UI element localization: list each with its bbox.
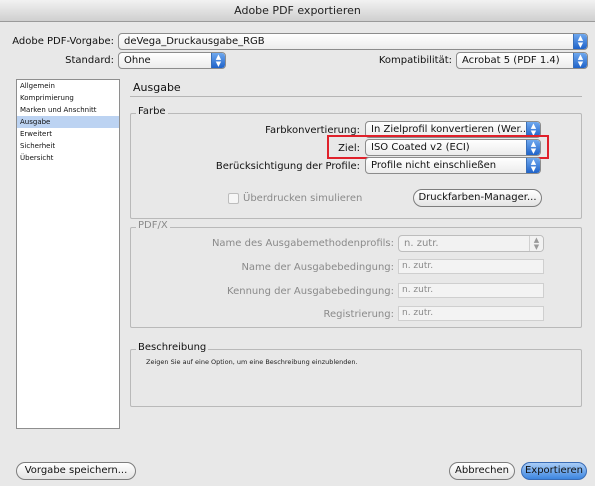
sidebar-item-uebersicht[interactable]: Übersicht <box>17 152 119 164</box>
overprint-checkbox[interactable] <box>228 193 239 204</box>
stepper-icon: ▲ ▼ <box>529 236 543 251</box>
condition-name-field[interactable]: n. zutr. <box>398 259 544 274</box>
sidebar-item-allgemein[interactable]: Allgemein <box>17 80 119 92</box>
panel-divider <box>130 96 582 97</box>
description-legend: Beschreibung <box>136 342 209 353</box>
stepper-icon: ▲ ▼ <box>573 53 587 68</box>
registry-field[interactable]: n. zutr. <box>398 306 544 321</box>
sidebar-item-ausgabe[interactable]: Ausgabe <box>17 116 119 128</box>
output-profile-select[interactable]: n. zutr. ▲ ▼ <box>398 235 544 252</box>
stepper-icon: ▲ ▼ <box>211 53 225 68</box>
condition-id-field[interactable]: n. zutr. <box>398 283 544 298</box>
condition-name-label: Name der Ausgabebedingung: <box>241 262 394 273</box>
output-profile-value: n. zutr. <box>404 238 439 249</box>
description-text: Zeigen Sie auf eine Option, um eine Besc… <box>146 358 358 366</box>
condition-id-label: Kennung der Ausgabebedingung: <box>227 286 394 297</box>
window-title: Adobe PDF exportieren <box>0 0 595 22</box>
output-profile-label: Name des Ausgabemethodenprofils: <box>211 238 394 249</box>
sidebar-item-marken[interactable]: Marken und Anschnitt <box>17 104 119 116</box>
panel-title: Ausgabe <box>133 81 181 94</box>
conversion-value: In Zielprofil konvertieren (Wer... <box>371 124 530 135</box>
ink-manager-button[interactable]: Druckfarben-Manager... <box>413 189 542 207</box>
stepper-icon: ▲ ▼ <box>526 158 540 173</box>
stepper-icon: ▲ ▼ <box>573 34 587 49</box>
compat-value: Acrobat 5 (PDF 1.4) <box>462 55 560 66</box>
profiles-value: Profile nicht einschließen <box>371 160 497 171</box>
profiles-select[interactable]: Profile nicht einschließen ▲ ▼ <box>365 157 541 174</box>
preset-label: Adobe PDF-Vorgabe: <box>12 36 114 47</box>
cancel-button[interactable]: Abbrechen <box>449 462 515 480</box>
standard-select[interactable]: Ohne ▲ ▼ <box>118 52 226 69</box>
overprint-label: Überdrucken simulieren <box>243 193 363 204</box>
compat-select[interactable]: Acrobat 5 (PDF 1.4) ▲ ▼ <box>456 52 588 69</box>
pdfx-legend: PDF/X <box>136 220 170 231</box>
profiles-label: Berücksichtigung der Profile: <box>215 161 360 172</box>
preset-select[interactable]: deVega_Druckausgabe_RGB ▲ ▼ <box>118 33 588 50</box>
sidebar-item-erweitert[interactable]: Erweitert <box>17 128 119 140</box>
export-button[interactable]: Exportieren <box>521 462 587 480</box>
sidebar: Allgemein Komprimierung Marken und Ansch… <box>16 79 120 429</box>
compat-label: Kompatibilität: <box>378 55 452 66</box>
sidebar-item-sicherheit[interactable]: Sicherheit <box>17 140 119 152</box>
save-preset-button[interactable]: Vorgabe speichern... <box>16 462 136 480</box>
preset-value: deVega_Druckausgabe_RGB <box>124 36 265 47</box>
ziel-highlight-frame <box>327 135 549 159</box>
sidebar-item-komprimierung[interactable]: Komprimierung <box>17 92 119 104</box>
registry-label: Registrierung: <box>323 309 394 320</box>
standard-label: Standard: <box>65 55 114 66</box>
standard-value: Ohne <box>124 55 151 66</box>
farbe-legend: Farbe <box>136 106 168 117</box>
